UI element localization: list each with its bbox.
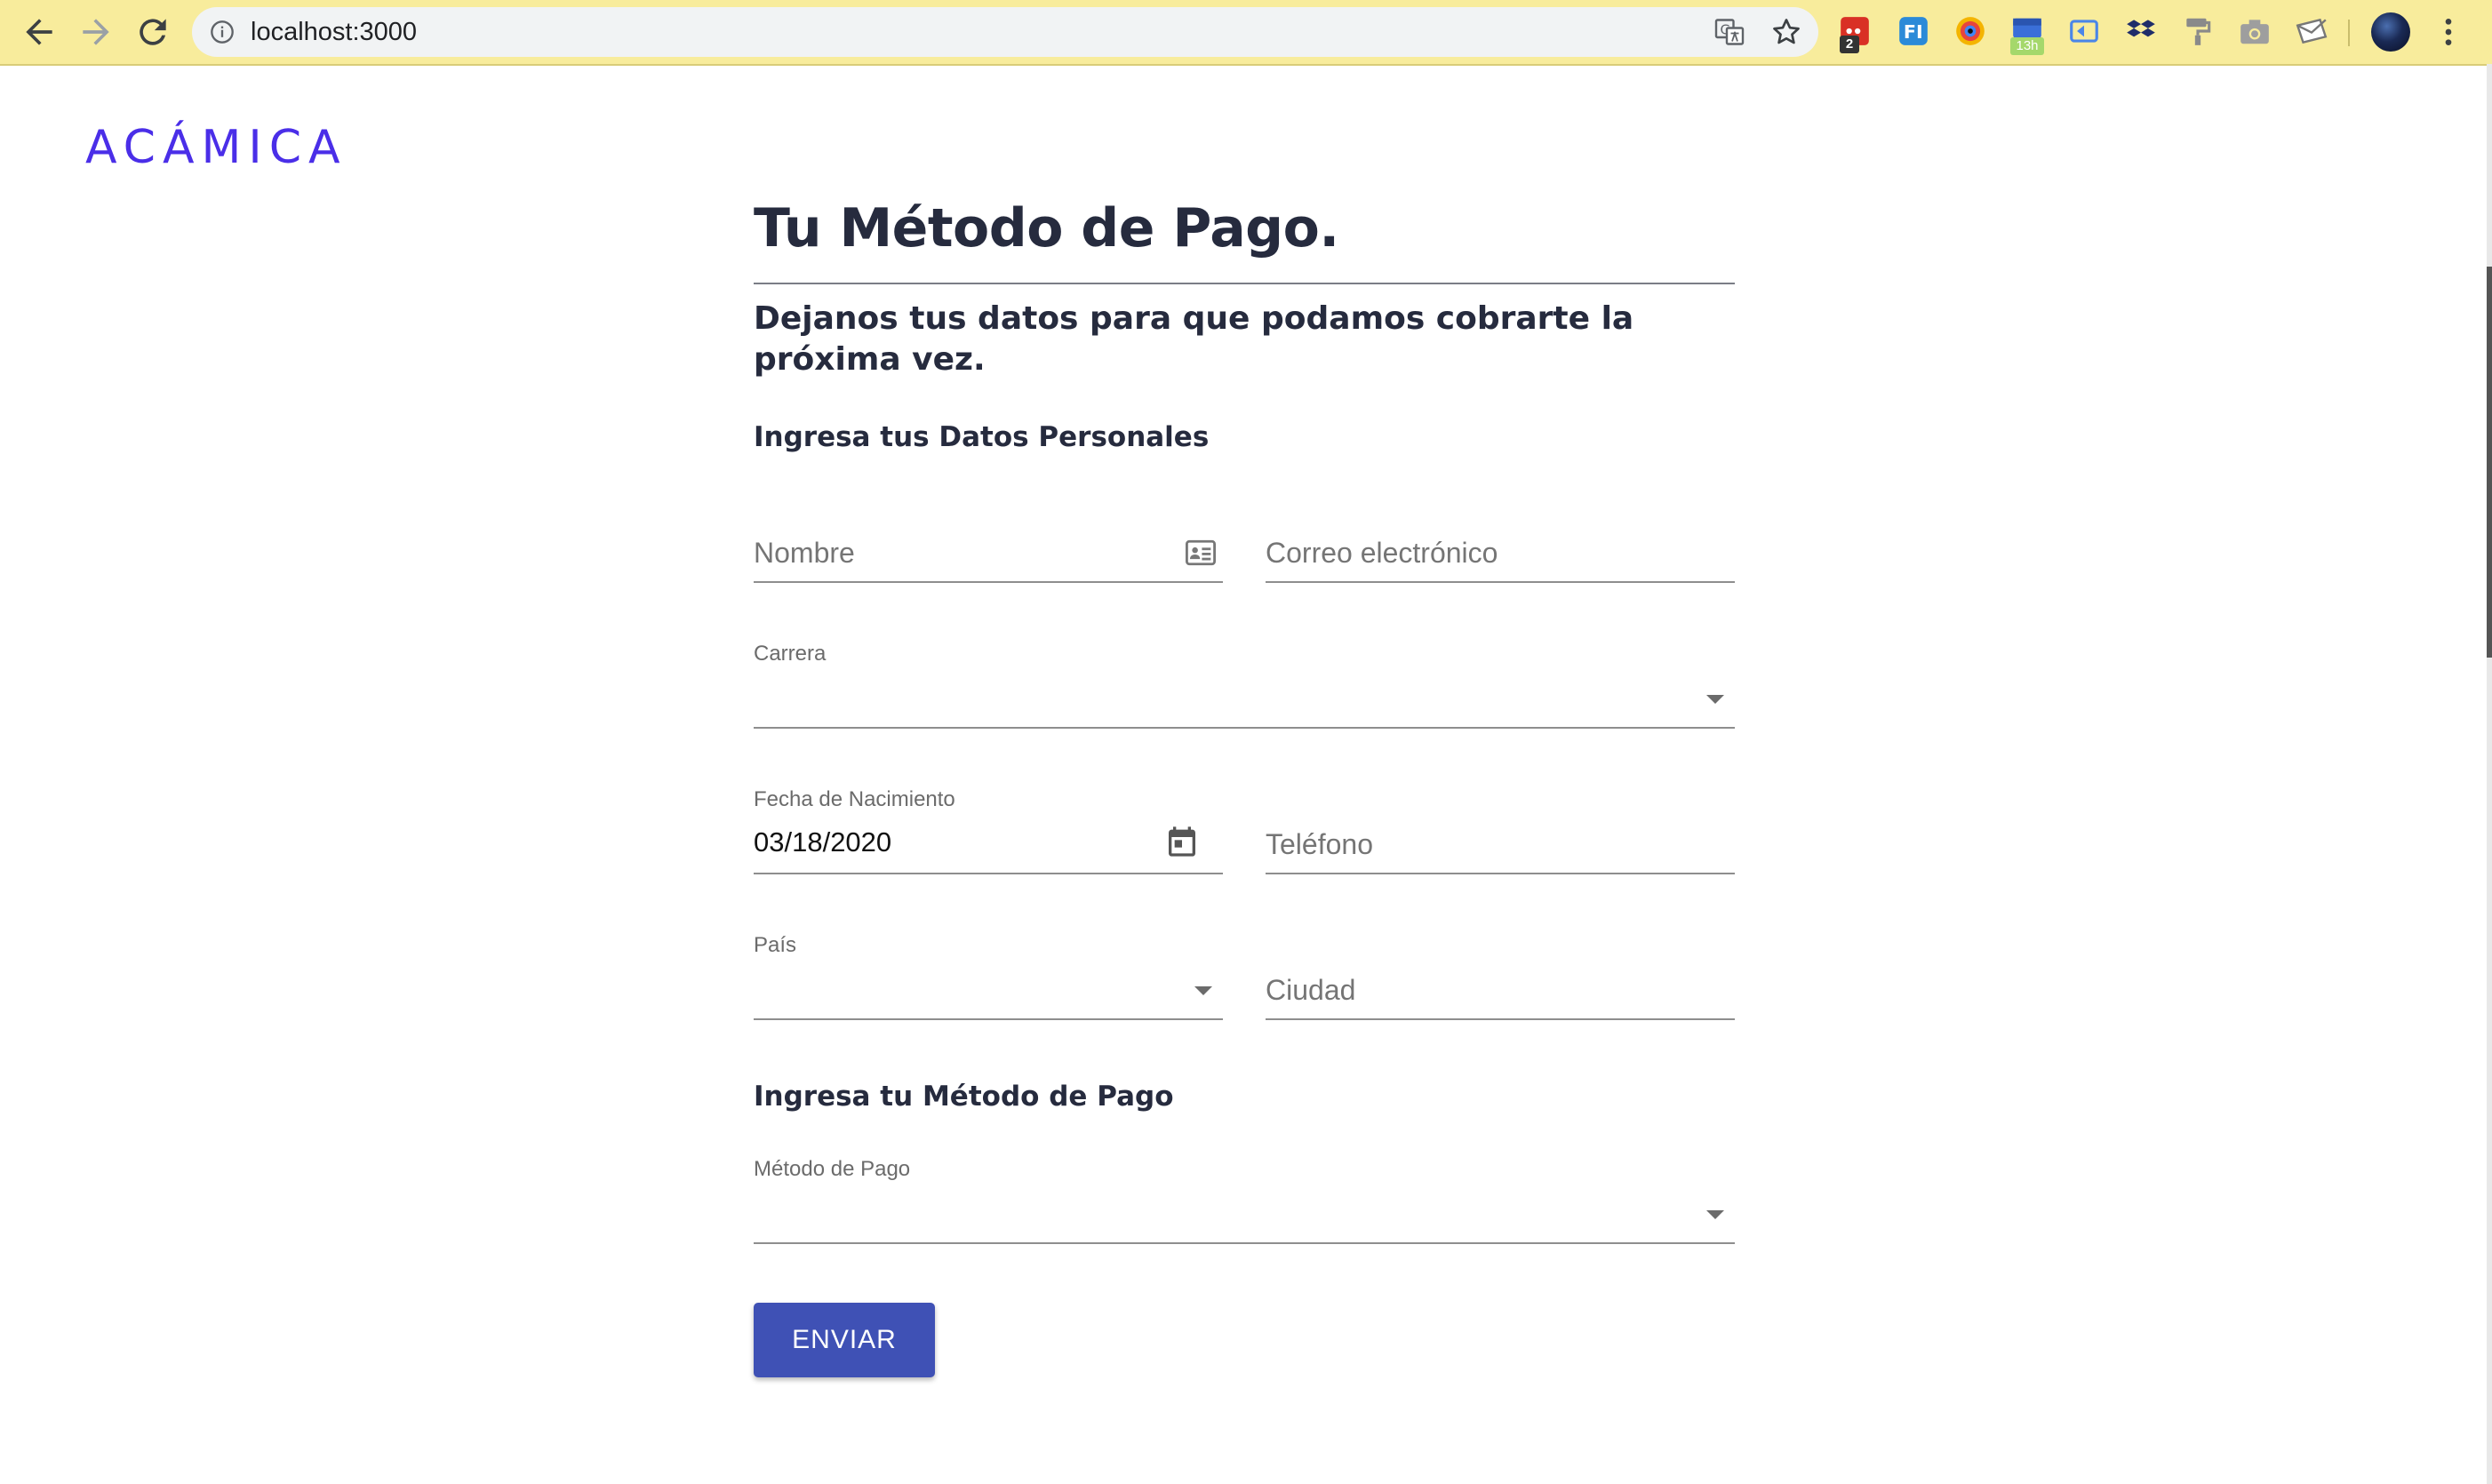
extension-dropbox-icon[interactable]	[2124, 14, 2158, 48]
profile-avatar[interactable]	[2371, 12, 2410, 52]
contact-card-icon	[1186, 539, 1216, 566]
carrera-select[interactable]: Carrera	[754, 642, 1735, 729]
site-info-icon[interactable]	[210, 20, 235, 44]
ciudad-underline	[1266, 1018, 1735, 1020]
scrollbar-thumb[interactable]	[2487, 267, 2492, 658]
url-text[interactable]: localhost:3000	[251, 7, 417, 57]
personal-data-heading: Ingresa tus Datos Personales	[754, 421, 1210, 453]
fecha-underline	[754, 873, 1223, 874]
extension-badge-count: 2	[1840, 36, 1859, 53]
metodo-pago-select[interactable]: Método de Pago	[754, 1157, 1735, 1244]
pais-dropdown-caret-icon[interactable]	[1194, 986, 1212, 995]
back-arrow-icon[interactable]	[20, 12, 59, 52]
telefono-placeholder[interactable]: Teléfono	[1266, 828, 1373, 861]
carrera-dropdown-caret-icon[interactable]	[1706, 695, 1724, 704]
forward-arrow-icon[interactable]	[76, 12, 116, 52]
svg-text:FI: FI	[1904, 21, 1923, 43]
extension-paint-roller-icon[interactable]	[2181, 14, 2215, 48]
metodo-label: Método de Pago	[754, 1157, 911, 1181]
enviar-button[interactable]: ENVIAR	[754, 1303, 935, 1377]
pais-underline	[754, 1018, 1223, 1020]
nombre-placeholder[interactable]: Nombre	[754, 537, 855, 570]
extension-envelope-icon[interactable]	[2295, 14, 2328, 48]
bookmark-star-icon[interactable]	[1770, 16, 1802, 48]
title-divider	[754, 283, 1735, 284]
extension-cast-icon[interactable]	[2067, 14, 2101, 48]
toolbar-divider	[2348, 20, 2350, 46]
calendar-icon[interactable]	[1164, 823, 1200, 860]
correo-placeholder[interactable]: Correo electrónico	[1266, 537, 1498, 570]
pais-label: País	[754, 933, 797, 957]
fecha-nacimiento-field[interactable]: Fecha de Nacimiento 03/18/2020	[754, 787, 1223, 874]
carrera-underline	[754, 727, 1735, 729]
pais-select[interactable]: País	[754, 933, 1223, 1020]
nombre-underline	[754, 581, 1223, 583]
page-title: Tu Método de Pago.	[754, 197, 1339, 259]
browser-menu-icon[interactable]	[2435, 14, 2462, 50]
carrera-label: Carrera	[754, 642, 827, 666]
telefono-underline	[1266, 873, 1735, 874]
ciudad-placeholder[interactable]: Ciudad	[1266, 974, 1355, 1007]
extension-badge-time: 13h	[2010, 37, 2044, 55]
nombre-field[interactable]: Nombre	[754, 507, 1223, 583]
browser-toolbar: localhost:3000 G 2 FI 13h	[0, 0, 2492, 66]
translate-icon[interactable]: G	[1713, 16, 1745, 48]
extension-camera-icon[interactable]	[2238, 14, 2272, 48]
reload-icon[interactable]	[133, 12, 172, 52]
fecha-value[interactable]: 03/18/2020	[754, 826, 891, 858]
payment-method-heading: Ingresa tu Método de Pago	[754, 1081, 1174, 1113]
telefono-field[interactable]: Teléfono	[1266, 787, 1735, 874]
address-bar[interactable]: localhost:3000 G	[192, 7, 1818, 57]
ciudad-field[interactable]: Ciudad	[1266, 933, 1735, 1020]
page-subtitle: Dejanos tus datos para que podamos cobra…	[754, 300, 1634, 378]
correo-underline	[1266, 581, 1735, 583]
extension-fi-icon[interactable]: FI	[1897, 14, 1930, 48]
acamica-logo[interactable]: ACÁMICA	[85, 121, 347, 174]
metodo-dropdown-caret-icon[interactable]	[1706, 1210, 1724, 1219]
fecha-label: Fecha de Nacimiento	[754, 787, 955, 811]
metodo-underline	[754, 1242, 1735, 1244]
correo-field[interactable]: Correo electrónico	[1266, 507, 1735, 583]
extension-eye-icon[interactable]	[1953, 14, 1987, 48]
